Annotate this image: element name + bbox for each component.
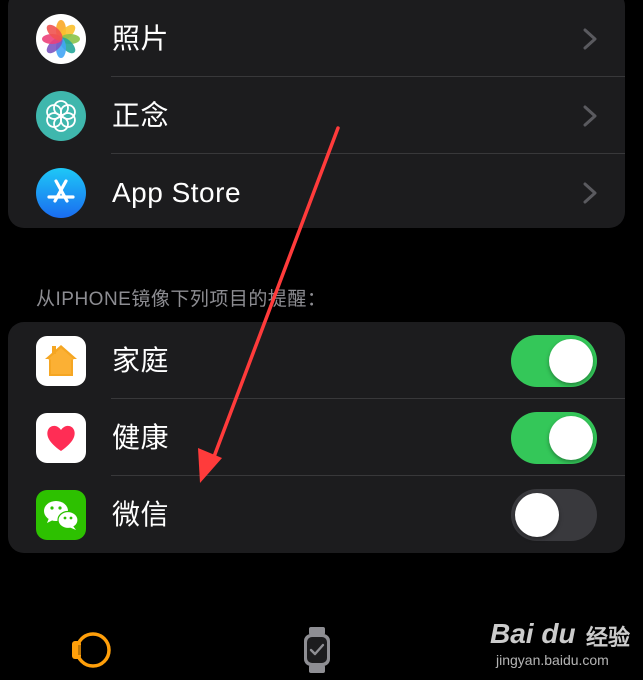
- watermark-url: jingyan.baidu.com: [496, 652, 609, 668]
- watch-faces-icon[interactable]: [68, 628, 114, 672]
- list-item-photos[interactable]: 照片: [8, 0, 625, 77]
- chevron-right-icon: [583, 182, 597, 204]
- health-app-icon: [36, 413, 86, 463]
- home-alerts-toggle[interactable]: [511, 335, 597, 387]
- wechat-icon: [36, 490, 86, 540]
- watermark-logo: Bai du: [490, 618, 576, 649]
- list-item-label: 照片: [112, 23, 170, 54]
- mirror-alerts-group: 家庭 健康 微信: [8, 322, 625, 553]
- health-alerts-toggle[interactable]: [511, 412, 597, 464]
- app-store-icon: [36, 168, 86, 218]
- list-item-label: 正念: [112, 100, 170, 131]
- mindfulness-icon: [36, 91, 86, 141]
- list-item-label: 家庭: [112, 345, 170, 376]
- list-item-label: 微信: [112, 499, 170, 530]
- chevron-right-icon: [583, 105, 597, 127]
- chevron-right-icon: [583, 28, 597, 50]
- wechat-alerts-toggle[interactable]: [511, 489, 597, 541]
- toggle-knob: [549, 416, 593, 460]
- list-item-wechat: 微信: [8, 476, 625, 553]
- list-item-home: 家庭: [8, 322, 625, 399]
- list-item-mindfulness[interactable]: 正念: [8, 77, 625, 154]
- list-item-label: App Store: [112, 177, 242, 208]
- toggle-knob: [515, 493, 559, 537]
- watermark: Bai du 经验 jingyan.baidu.com: [490, 608, 640, 678]
- my-watch-icon[interactable]: [300, 626, 334, 674]
- watermark-brand: 经验: [586, 625, 631, 650]
- toggle-knob: [549, 339, 593, 383]
- list-item-health: 健康: [8, 399, 625, 476]
- home-app-icon: [36, 336, 86, 386]
- apps-list-group: 照片 正念 App Store: [8, 0, 625, 228]
- watch-app-screen: { "apps_list": [ { "label": "照片", "icon"…: [0, 0, 643, 680]
- photos-icon: [36, 14, 86, 64]
- list-item-label: 健康: [112, 422, 170, 453]
- section-header: 从IPHONE镜像下列项目的提醒：: [36, 289, 327, 310]
- list-item-app-store[interactable]: App Store: [8, 154, 625, 228]
